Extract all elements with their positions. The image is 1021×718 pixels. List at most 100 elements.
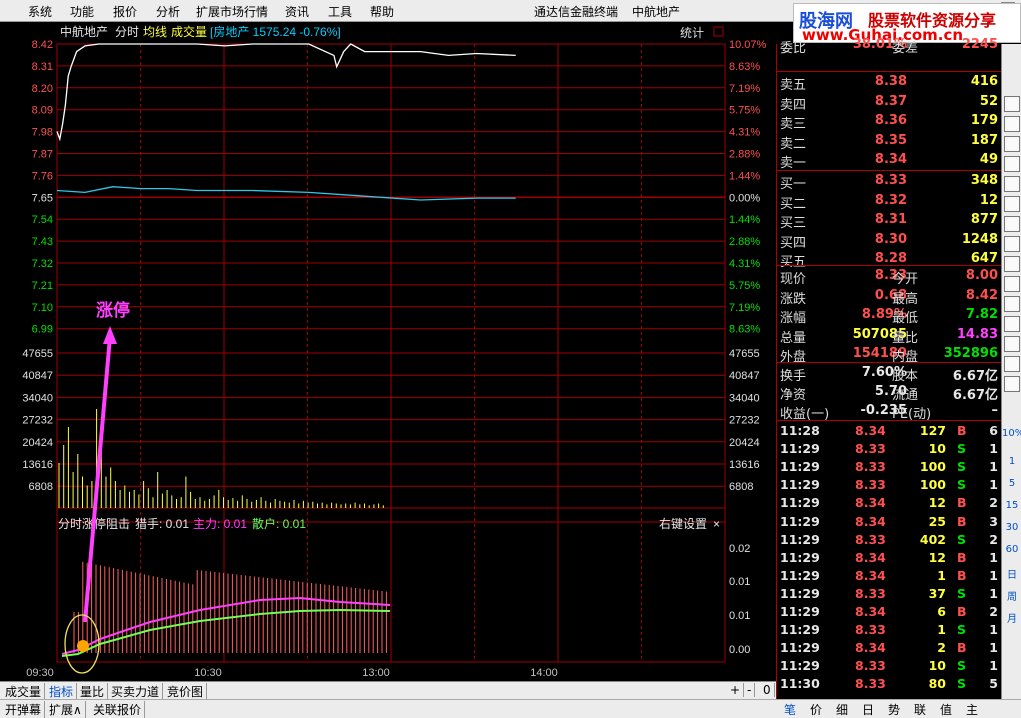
quote-tab[interactable]: 值 [940,701,952,718]
tick-row[interactable]: 11:30 8.33 80 S 5 [777,675,1002,693]
bars-icon[interactable] [1004,376,1020,392]
tick-count: 1 [989,567,998,583]
menu-news[interactable]: 资讯 [285,3,309,20]
tab-indicator[interactable]: 指标 [46,683,78,700]
percent-tick-label: 0.00% [729,192,760,204]
zoom-reset-button[interactable]: 0 [760,683,775,697]
grid-icon[interactable] [1004,236,1020,252]
fundamental-row: 收益(一) -0.235 PE(动) – [777,402,1002,422]
row-value: 187 [970,132,998,148]
tick-volume: 10 [928,441,946,457]
tick-row[interactable]: 11:29 8.33 10 S 1 [777,440,1002,458]
tick-volume: 2 [937,640,946,656]
tick-volume: 1 [937,622,946,638]
menu-extended-market[interactable]: 扩展市场行情 [196,3,268,20]
tick-side: S [957,658,967,674]
bar-icon[interactable] [1004,136,1020,152]
price-tick-label: 7.43 [32,236,53,248]
expand-button[interactable]: 扩展∧ [46,701,86,718]
wave-icon[interactable] [1004,336,1020,352]
menu-help[interactable]: 帮助 [370,3,394,20]
related-quote-button[interactable]: 关联报价 [90,701,146,718]
trend-icon[interactable] [1004,156,1020,172]
tick-time: 11:29 [780,513,820,529]
divider [777,71,1002,72]
tick-row[interactable]: 11:29 8.33 100 S 1 [777,458,1002,476]
price-tick-label: 7.21 [32,280,53,292]
doc-icon[interactable] [1004,256,1020,272]
menu-system[interactable]: 系统 [28,3,52,20]
quote-tab[interactable]: 势 [888,701,900,718]
tick-row[interactable]: 11:29 8.33 1 S 1 [777,621,1002,639]
quote-tab[interactable]: 主 [966,701,978,718]
period-button[interactable]: 周 [1002,588,1021,603]
period-button[interactable]: 日 [1002,566,1021,581]
zoom-in-button[interactable]: + [727,683,745,697]
price-tick-label: 7.76 [32,170,53,182]
tick-side: B [957,567,967,583]
quote-tab[interactable]: 细 [836,701,848,718]
news-icon[interactable] [1004,176,1020,192]
tick-row[interactable]: 11:29 8.33 37 S 1 [777,585,1002,603]
row-price: 8.31 [874,212,907,227]
volume-tick-label: 27232 [22,415,53,427]
quote-tab[interactable]: 联 [914,701,926,718]
time-tick-label: 14:00 [530,667,558,679]
tick-count: 2 [989,531,998,547]
f2-icon[interactable] [1004,276,1020,292]
divider [777,265,1002,266]
period-button[interactable]: 10% [1002,428,1021,439]
danmaku-button[interactable]: 开弹幕 [2,701,46,718]
menu-function[interactable]: 功能 [70,3,94,20]
menu-tools[interactable]: 工具 [328,3,352,20]
zoom-icon[interactable] [1004,296,1020,312]
intraday-chart[interactable]: 8.42 10.07% 8.31 8.63% 8.20 7.19% 8.09 5.75% 7.9… [0,22,776,681]
quote-tab[interactable]: 日 [862,701,874,718]
menu-quote[interactable]: 报价 [113,3,137,20]
tick-side: B [957,604,967,619]
quote-tab[interactable]: 价 [810,701,822,718]
tick-row[interactable]: 11:29 8.34 25 B 3 [777,513,1002,531]
period-button[interactable]: 15 [1002,500,1021,511]
period-button[interactable]: 月 [1002,610,1021,625]
tick-row[interactable]: 11:29 8.34 12 B 2 [777,494,1002,512]
tab-volume[interactable]: 成交量 [2,683,46,700]
kline-icon[interactable] [1004,356,1020,372]
tab-auction[interactable]: 竞价图 [164,683,208,700]
tick-row[interactable]: 11:29 8.34 6 B 2 [777,603,1002,621]
tick-row[interactable]: 11:29 8.33 10 S 1 [777,657,1002,675]
row-price: 8.28 [874,251,907,266]
tick-volume: 25 [928,513,946,529]
stock-title: 中航地产 [632,5,681,19]
refresh-icon[interactable] [1004,316,1020,332]
tick-side: S [957,676,967,692]
time-tick-label: 09:30 [26,667,54,679]
tab-buy-sell-force[interactable]: 买卖力道 [108,683,164,700]
period-button[interactable]: 5 [1002,478,1021,489]
line-icon[interactable] [1004,116,1020,132]
tick-row[interactable]: 11:29 8.34 1 B 1 [777,567,1002,585]
price-tick-label: 8.42 [32,39,53,51]
hunter-value: 猎手: 0.01 [135,517,189,531]
period-button[interactable]: 1 [1002,456,1021,467]
tick-row[interactable]: 11:29 8.33 100 S 1 [777,476,1002,494]
tick-side: S [957,441,967,457]
row-value: 2245 [961,37,998,52]
stat-row: 涨跌 0.68 最高 8.42 [777,287,1002,307]
f10-icon[interactable] [1004,216,1020,232]
quote-tab[interactable]: 笔 [784,701,796,718]
tick-row[interactable]: 11:29 8.34 2 B 1 [777,639,1002,657]
menu-analysis[interactable]: 分析 [156,3,180,20]
calc-icon[interactable] [1004,196,1020,212]
period-button[interactable]: 60 [1002,544,1021,555]
zoom-out-button[interactable]: - [744,683,756,697]
tick-volume: 100 [919,477,946,493]
row-value: 6.67亿 [952,369,998,384]
tick-row[interactable]: 11:29 8.33 402 S 2 [777,531,1002,549]
tick-side: B [957,640,967,656]
period-button[interactable]: 30 [1002,522,1021,533]
tick-row[interactable]: 11:29 8.34 12 B 1 [777,549,1002,567]
chart-icon[interactable] [1004,96,1020,112]
tab-volume-ratio[interactable]: 量比 [77,683,109,700]
tick-row[interactable]: 11:28 8.34 127 B 6 [777,422,1002,440]
